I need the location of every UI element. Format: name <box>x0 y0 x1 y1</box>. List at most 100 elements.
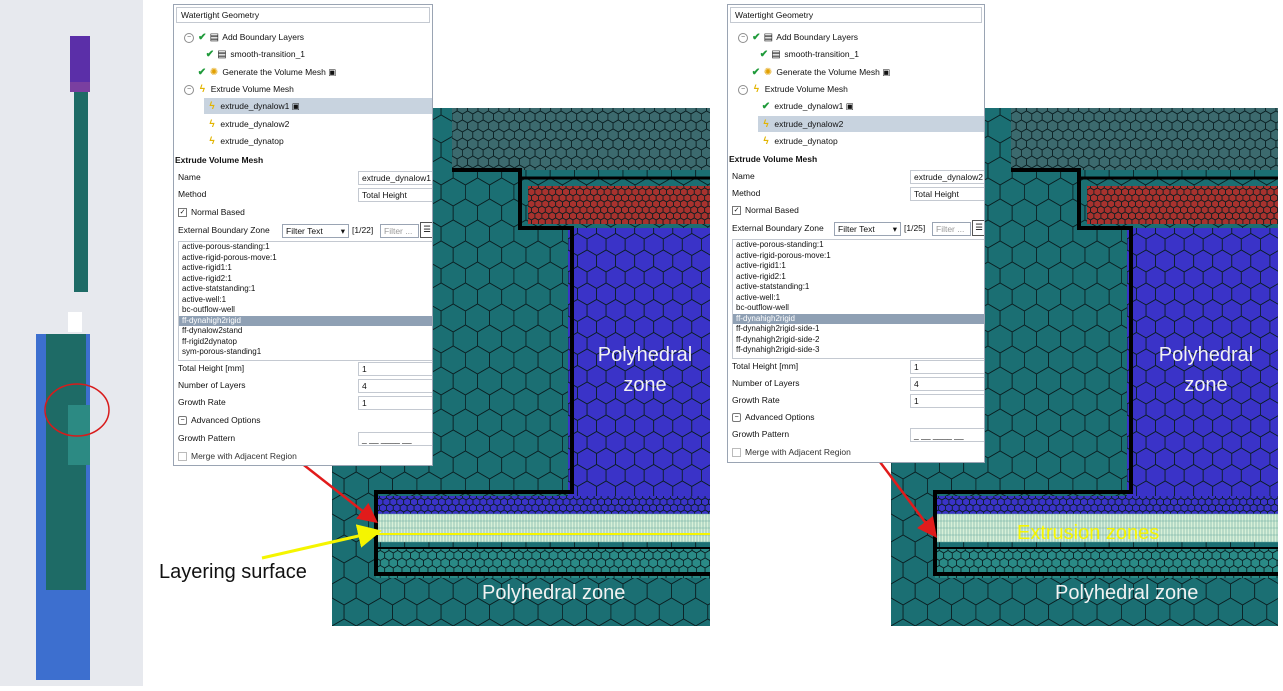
collapse-icon[interactable]: − <box>184 85 194 95</box>
filter-input[interactable]: Filter ... <box>380 224 419 238</box>
zone-list-item[interactable]: active-rigid2:1 <box>179 274 433 285</box>
num-layers-field[interactable]: 4 <box>910 377 985 391</box>
merge-checkbox[interactable] <box>732 448 741 457</box>
check-icon: ✔ <box>760 101 772 113</box>
collapse-icon[interactable]: − <box>738 33 748 43</box>
collapse-toggle-icon[interactable]: − <box>178 416 187 425</box>
growth-rate-row: Growth Rate1 <box>178 394 432 410</box>
polyhedral-cells-red <box>1084 182 1279 226</box>
growth-rate-field[interactable]: 1 <box>910 394 985 408</box>
growth-rate-field[interactable]: 1 <box>358 396 433 410</box>
extrusion-label: Extrusion zones <box>1017 518 1159 548</box>
zone-list-item[interactable]: ff-dynahigh2rigid <box>179 316 433 327</box>
zone-list-item[interactable]: active-rigid2:1 <box>733 272 985 283</box>
zone-list-item[interactable]: active-well:1 <box>179 295 433 306</box>
normal-based-checkbox[interactable]: ✓ <box>178 208 187 217</box>
zone-list-item[interactable]: active-rigid1:1 <box>733 261 985 272</box>
zone-list-item[interactable]: active-rigid-porous-move:1 <box>733 251 985 262</box>
zone-list-item[interactable]: active-rigid-porous-move:1 <box>179 253 433 264</box>
growth-pattern-row: Growth Pattern_ __ ____ __ <box>732 426 984 442</box>
chevron-down-icon: ▾ <box>341 225 345 237</box>
name-field[interactable]: extrude_dynalow2 <box>910 170 985 184</box>
layers-icon: ▤ <box>762 32 774 44</box>
zone-list-item[interactable]: active-porous-standing:1 <box>733 240 985 251</box>
collapse-icon[interactable]: − <box>738 85 748 95</box>
lightning-icon: ϟ <box>760 119 772 131</box>
num-layers-field[interactable]: 4 <box>358 379 433 393</box>
zone-list-item[interactable]: bc-outflow-well <box>733 303 985 314</box>
tree-item-extrude-dynalow2[interactable]: ϟ extrude_dynalow2 <box>758 116 984 132</box>
zone-list-item[interactable]: ff-dynahigh2rigid-side-1 <box>733 324 985 335</box>
save-icon: ▣ <box>882 67 890 77</box>
zone-list-item[interactable]: active-statstanding:1 <box>733 282 985 293</box>
normal-based-checkbox[interactable]: ✓ <box>732 206 741 215</box>
growth-pattern-field[interactable]: _ __ ____ __ <box>910 428 985 442</box>
zone-count: [1/22] <box>352 222 373 238</box>
method-row: MethodTotal Height <box>178 186 432 202</box>
extrusion-layer-band <box>376 514 710 542</box>
advanced-options-row[interactable]: −Advanced Options <box>732 409 984 425</box>
zone-count: [1/25] <box>904 220 925 236</box>
mesh-icon: ✺ <box>762 67 774 79</box>
save-icon: ▣ <box>292 101 300 111</box>
tree-item-add-boundary-layers[interactable]: − ✔▤ Add Boundary Layers <box>738 29 858 45</box>
check-icon: ✔ <box>196 32 208 44</box>
zone-list-item[interactable]: ff-dynahigh2rigid-side-2 <box>733 335 985 346</box>
total-height-field[interactable]: 1 <box>910 360 985 374</box>
filter-input[interactable]: Filter ... <box>932 222 971 236</box>
name-row: Nameextrude_dynalow2 <box>732 168 984 184</box>
total-height-field[interactable]: 1 <box>358 362 433 376</box>
tree-item-generate-volume-mesh[interactable]: ✔✺ Generate the Volume Mesh ▣ <box>196 64 336 80</box>
filter-type-dropdown[interactable]: Filter Text▾ <box>282 224 349 238</box>
zone-list-item[interactable]: ff-dynahigh2rigid-side-3 <box>733 345 985 356</box>
growth-pattern-row: Growth Pattern_ __ ____ __ <box>178 430 432 446</box>
tree-item-smooth-transition[interactable]: ✔▤ smooth-transition_1 <box>204 46 305 62</box>
tree-item-generate-volume-mesh[interactable]: ✔✺ Generate the Volume Mesh ▣ <box>750 64 890 80</box>
method-select[interactable]: Total Height <box>358 188 433 202</box>
growth-pattern-field[interactable]: _ __ ____ __ <box>358 432 433 446</box>
zone-list[interactable]: active-porous-standing:1active-rigid-por… <box>732 239 985 359</box>
advanced-options-row[interactable]: −Advanced Options <box>178 412 432 428</box>
tree-item-extrude-volume-mesh[interactable]: − ϟ Extrude Volume Mesh <box>738 81 848 97</box>
name-field[interactable]: extrude_dynalow1 <box>358 171 433 185</box>
zone-list-item[interactable]: bc-outflow-well <box>179 305 433 316</box>
num-layers-row: Number of Layers4 <box>732 375 984 391</box>
polyhedral-cells-top <box>1006 108 1278 177</box>
zone-list-item[interactable]: active-porous-standing:1 <box>179 242 433 253</box>
merge-checkbox[interactable] <box>178 452 187 461</box>
layers-icon: ▤ <box>216 49 228 61</box>
filter-options-icon[interactable]: ☰ <box>420 222 433 238</box>
zone-list-item[interactable]: ff-dynalow2stand <box>179 326 433 337</box>
tree-item-add-boundary-layers[interactable]: − ✔▤ Add Boundary Layers <box>184 29 304 45</box>
zone-list-item[interactable]: active-well:1 <box>733 293 985 304</box>
zone-list[interactable]: active-porous-standing:1active-rigid-por… <box>178 241 433 361</box>
filter-options-icon[interactable]: ☰ <box>972 220 985 236</box>
workflow-header: Watertight Geometry <box>730 7 982 23</box>
filter-type-dropdown[interactable]: Filter Text▾ <box>834 222 901 236</box>
save-icon: ▣ <box>846 101 854 111</box>
collapse-toggle-icon[interactable]: − <box>732 413 741 422</box>
zone-list-item[interactable]: ff-dynahigh2rigid <box>733 314 985 325</box>
merge-row: Merge with Adjacent Region <box>732 444 984 460</box>
zone-list-item[interactable]: active-rigid1:1 <box>179 263 433 274</box>
tree-item-extrude-dynalow2[interactable]: ϟ extrude_dynalow2 <box>206 116 289 132</box>
zone-list-item[interactable]: ff-rigid2dynatop <box>179 337 433 348</box>
total-height-row: Total Height [mm]1 <box>732 358 984 374</box>
zone-list-item[interactable]: active-statstanding:1 <box>179 284 433 295</box>
tree-item-extrude-dynatop[interactable]: ϟ extrude_dynatop <box>760 133 838 149</box>
zone-list-item[interactable]: sym-porous-standing1 <box>179 347 433 358</box>
lightning-icon: ϟ <box>206 101 218 113</box>
tree-item-extrude-dynalow1[interactable]: ϟ extrude_dynalow1 ▣ <box>204 98 432 114</box>
method-select[interactable]: Total Height <box>910 187 985 201</box>
tree-item-extrude-volume-mesh[interactable]: − ϟ Extrude Volume Mesh <box>184 81 294 97</box>
collapse-icon[interactable]: − <box>184 33 194 43</box>
check-icon: ✔ <box>196 67 208 79</box>
lightning-icon: ϟ <box>760 136 772 148</box>
merge-row: Merge with Adjacent Region <box>178 448 432 464</box>
normal-based-row: ✓Normal Based <box>178 204 432 220</box>
geometry-purple-part <box>70 36 90 82</box>
tree-item-extrude-dynalow1[interactable]: ✔ extrude_dynalow1 ▣ <box>760 98 854 114</box>
tree-item-extrude-dynatop[interactable]: ϟ extrude_dynatop <box>206 133 284 149</box>
check-icon: ✔ <box>750 32 762 44</box>
tree-item-smooth-transition[interactable]: ✔▤ smooth-transition_1 <box>758 46 859 62</box>
